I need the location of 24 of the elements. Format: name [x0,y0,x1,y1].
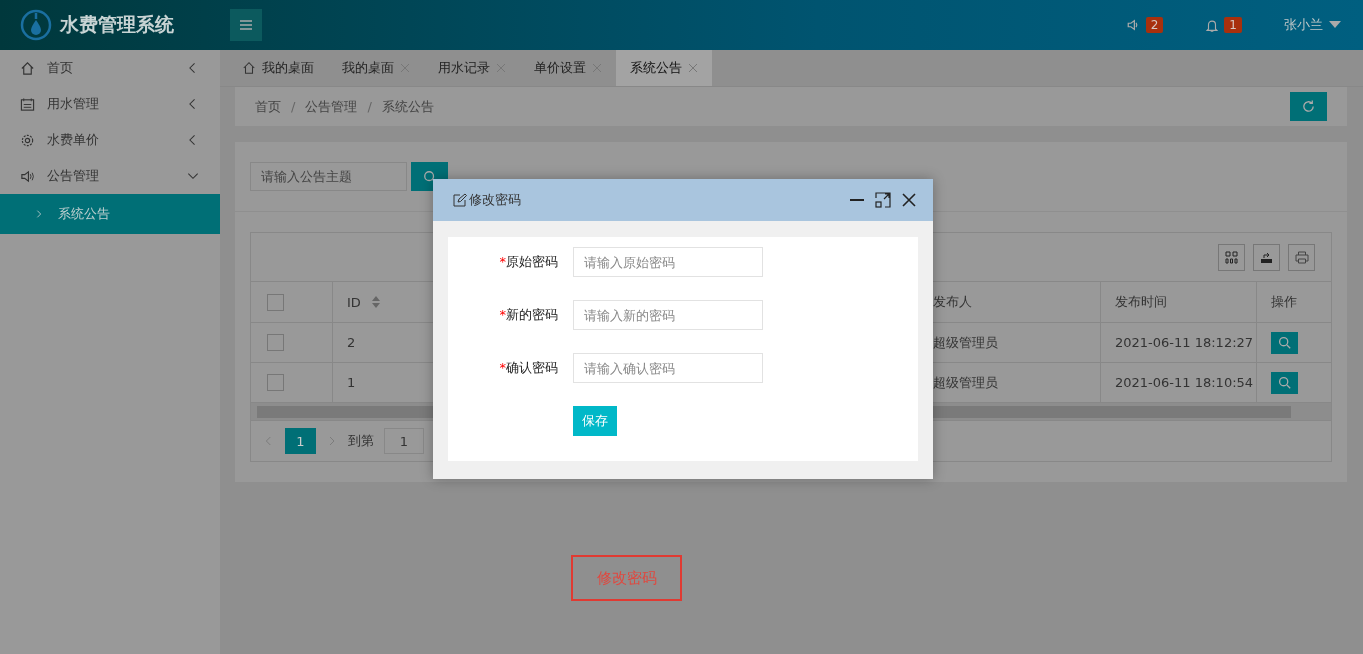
table-cell: 超级管理员 [933,333,998,352]
breadcrumb-separator: / [367,99,372,114]
table-cell: 2021-06-11 18:10:54 [1115,375,1254,390]
column-header: 发布时间 [1115,293,1167,311]
table-cell: 2 [347,335,356,350]
sidebar-label: 公告管理 [47,167,100,185]
table-cell: 超级管理员 [933,373,998,392]
count-badge: 2 [1145,17,1164,33]
sidebar-label: 用水管理 [47,95,100,113]
table-cell: 2021-06-11 18:12:27 [1115,335,1254,350]
count-badge: 1 [1224,17,1242,33]
field-label: *原始密码 [498,253,559,271]
goto-label: 到第 [348,432,374,450]
breadcrumb-separator: / [291,99,296,114]
field-label: *新的密码 [498,306,559,324]
field-label: *确认密码 [498,359,559,377]
column-header: 发布人 [933,293,972,311]
sidebar-label: 首页 [47,59,74,77]
app-title: 水费管理系统 [60,12,174,37]
dialog-title: 修改密码 [469,191,521,209]
table-cell: 1 [347,375,356,390]
column-header: 操作 [1271,293,1297,311]
caption-label: 修改密码 [571,555,682,601]
sidebar-label: 水费单价 [47,131,100,149]
